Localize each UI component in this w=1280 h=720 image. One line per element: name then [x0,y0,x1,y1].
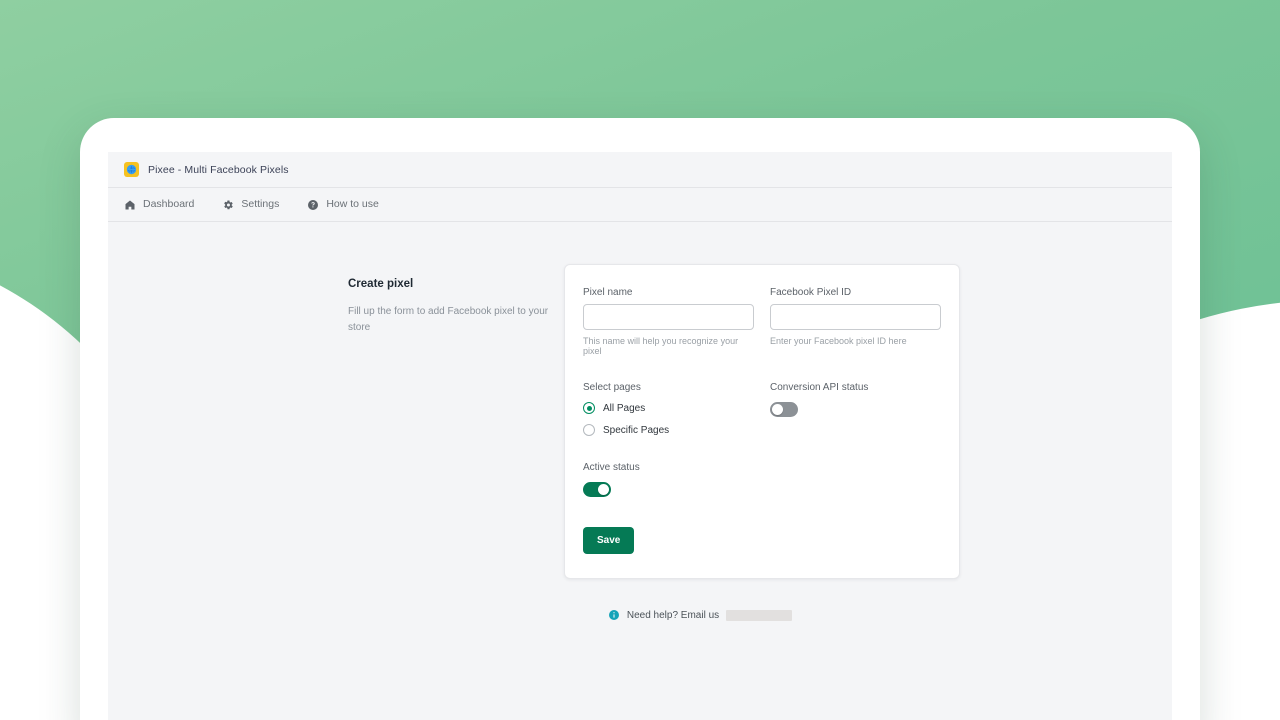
help-footer: Need help? Email us [108,609,1172,621]
field-facebook-pixel-id: Facebook Pixel ID Enter your Facebook pi… [770,287,941,356]
help-email-redacted[interactable] [726,609,793,621]
field-select-pages: Select pages All Pages Specific Pages [583,382,754,436]
info-icon [608,609,620,621]
create-pixel-layout: Create pixel Fill up the form to add Fac… [108,264,1172,579]
radio-specific-pages-label: Specific Pages [603,424,670,436]
screenshot-stage: Pixee - Multi Facebook Pixels Dashboard [0,0,1280,720]
facebook-pixel-id-label: Facebook Pixel ID [770,287,852,298]
toggle-knob [598,484,609,495]
page-description: Fill up the form to add Facebook pixel t… [348,306,549,333]
globe-icon [124,162,139,177]
gear-icon [222,199,234,211]
nav-label-how-to-use: How to use [326,198,379,211]
field-conversion-api-status: Conversion API status [770,382,941,436]
nav-item-how-to-use[interactable]: How to use [307,199,379,211]
pixel-name-input[interactable] [583,304,754,330]
create-pixel-intro: Create pixel Fill up the form to add Fac… [348,264,564,335]
radio-all-pages-label: All Pages [603,402,646,414]
create-pixel-card: Pixel name This name will help you recog… [564,264,960,579]
page-title: Create pixel [348,278,414,290]
radio-specific-pages[interactable]: Specific Pages [583,424,754,436]
nav-item-settings[interactable]: Settings [222,199,279,211]
radio-all-pages-indicator [583,402,595,414]
save-button[interactable]: Save [583,527,635,554]
help-text: Need help? Email us [626,609,720,621]
home-icon [124,199,136,211]
nav-item-dashboard[interactable]: Dashboard [124,199,194,211]
field-pixel-name: Pixel name This name will help you recog… [583,287,754,356]
radio-specific-pages-indicator [583,424,595,436]
facebook-pixel-id-input[interactable] [770,304,941,330]
select-pages-label: Select pages [583,382,641,393]
page-content: Create pixel Fill up the form to add Fac… [108,222,1172,720]
field-active-status: Active status [583,462,941,497]
app-window: Pixee - Multi Facebook Pixels Dashboard [80,118,1200,720]
app-title: Pixee - Multi Facebook Pixels [148,163,289,176]
app-navbar: Dashboard Settings How to use [108,188,1172,222]
field-row-names: Pixel name This name will help you recog… [583,287,941,356]
radio-all-pages[interactable]: All Pages [583,402,754,414]
active-status-label: Active status [583,462,640,473]
nav-label-dashboard: Dashboard [143,198,195,211]
pixel-name-help: This name will help you recognize your p… [583,336,739,356]
facebook-pixel-id-help: Enter your Facebook pixel ID here [770,336,907,346]
conversion-api-status-label: Conversion API status [770,382,869,393]
pixel-name-label: Pixel name [583,287,633,298]
conversion-api-status-toggle[interactable] [770,402,798,417]
app-viewport: Pixee - Multi Facebook Pixels Dashboard [108,152,1172,720]
active-status-toggle[interactable] [583,482,611,497]
question-circle-icon [307,199,319,211]
field-row-options: Select pages All Pages Specific Pages Co… [583,382,941,436]
toggle-knob [772,404,783,415]
nav-label-settings: Settings [241,198,280,211]
app-titlebar: Pixee - Multi Facebook Pixels [108,152,1172,188]
